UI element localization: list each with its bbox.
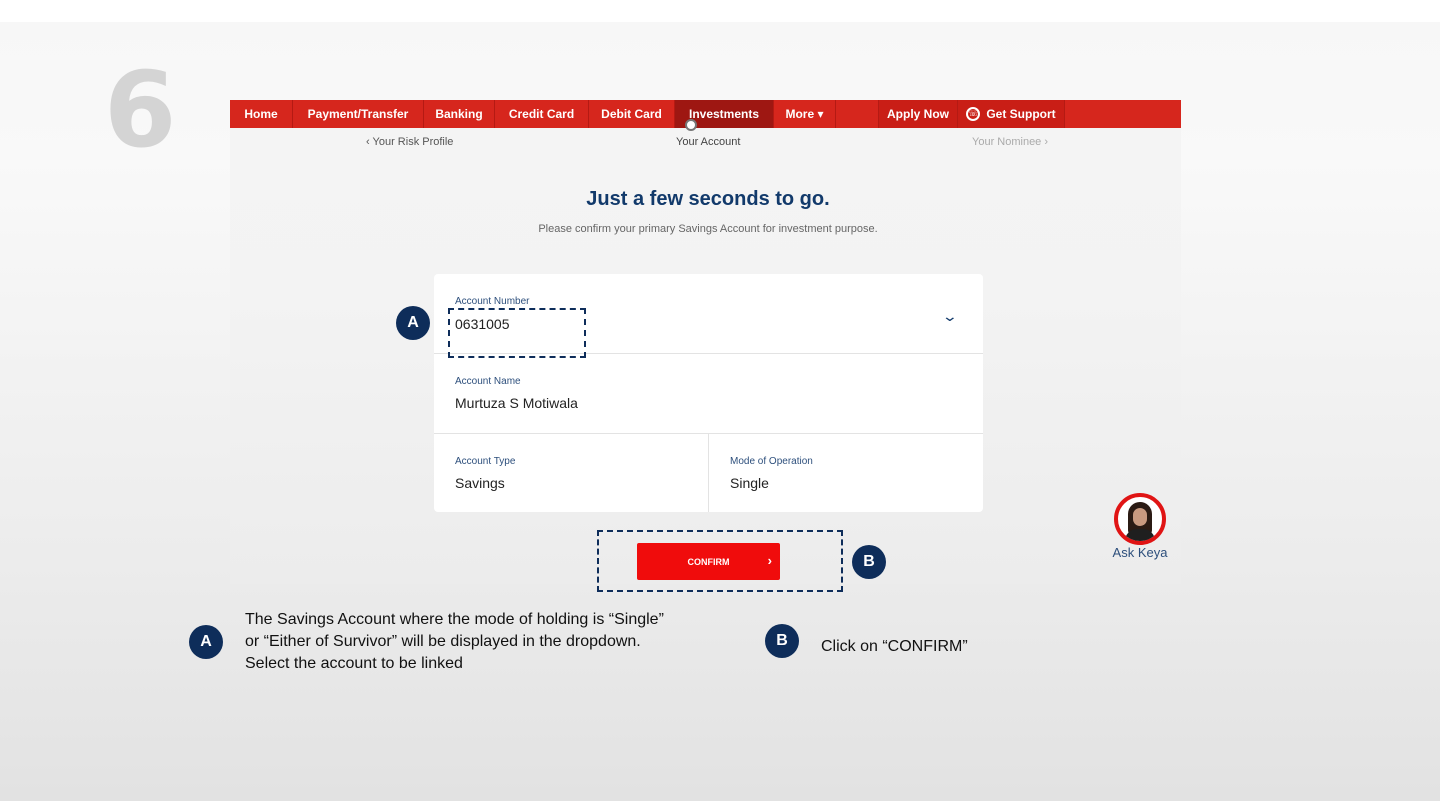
- apply-now-button[interactable]: Apply Now: [879, 100, 958, 128]
- account-details-row: Account Type Savings Mode of Operation S…: [434, 434, 983, 512]
- account-name-row: Account Name Murtuza S Motiwala: [434, 354, 983, 434]
- account-type-value: Savings: [455, 475, 505, 491]
- highlight-box-b: [597, 530, 843, 592]
- nav-debit-card[interactable]: Debit Card: [589, 100, 675, 128]
- page-title: Just a few seconds to go.: [586, 188, 830, 210]
- callout-badge-a: A: [396, 306, 430, 340]
- step-next-link[interactable]: Your Nominee ›: [972, 136, 1048, 148]
- progress-steps: ‹ Your Risk Profile Your Account Your No…: [230, 136, 1181, 152]
- step-number: 6: [104, 49, 177, 171]
- account-type-cell: Account Type Savings: [434, 434, 709, 512]
- mode-of-operation-cell: Mode of Operation Single: [709, 434, 983, 512]
- account-name-label: Account Name: [455, 376, 521, 387]
- chevron-down-icon[interactable]: ⌄: [942, 308, 958, 325]
- nav-more[interactable]: More ▾: [774, 100, 836, 128]
- callout-badge-b: B: [852, 545, 886, 579]
- keya-avatar-icon[interactable]: [1114, 493, 1166, 545]
- active-step-marker-icon: [685, 119, 697, 131]
- instruction-badge-a: A: [189, 625, 223, 659]
- mode-of-operation-label: Mode of Operation: [730, 456, 813, 467]
- instruction-badge-b: B: [765, 624, 799, 658]
- account-number-label: Account Number: [455, 296, 530, 307]
- mode-of-operation-value: Single: [730, 475, 769, 491]
- instruction-a-text: The Savings Account where the mode of ho…: [245, 611, 664, 672]
- highlight-box-a: [448, 308, 586, 358]
- ask-keya-widget[interactable]: Ask Keya: [1110, 493, 1170, 560]
- ask-keya-label: Ask Keya: [1112, 545, 1168, 560]
- account-type-label: Account Type: [455, 456, 516, 467]
- phone-icon: ☏: [966, 107, 981, 121]
- nav-banking[interactable]: Banking: [424, 100, 495, 128]
- screenshot-panel: Home Payment/Transfer Banking Credit Car…: [230, 100, 1181, 592]
- account-name-value: Murtuza S Motiwala: [455, 395, 578, 411]
- nav-home[interactable]: Home: [230, 100, 293, 128]
- instruction-b-text: Click on “CONFIRM”: [821, 638, 968, 655]
- step-current: Your Account: [676, 136, 741, 148]
- nav-credit-card[interactable]: Credit Card: [495, 100, 589, 128]
- step-prev-link[interactable]: ‹ Your Risk Profile: [366, 136, 453, 148]
- nav-spacer: [836, 100, 879, 128]
- get-support-button[interactable]: ☏ Get Support: [958, 100, 1065, 128]
- nav-payment-transfer[interactable]: Payment/Transfer: [293, 100, 424, 128]
- top-navbar: Home Payment/Transfer Banking Credit Car…: [230, 100, 1181, 128]
- get-support-label: Get Support: [986, 107, 1056, 121]
- page-subtitle: Please confirm your primary Savings Acco…: [538, 223, 878, 235]
